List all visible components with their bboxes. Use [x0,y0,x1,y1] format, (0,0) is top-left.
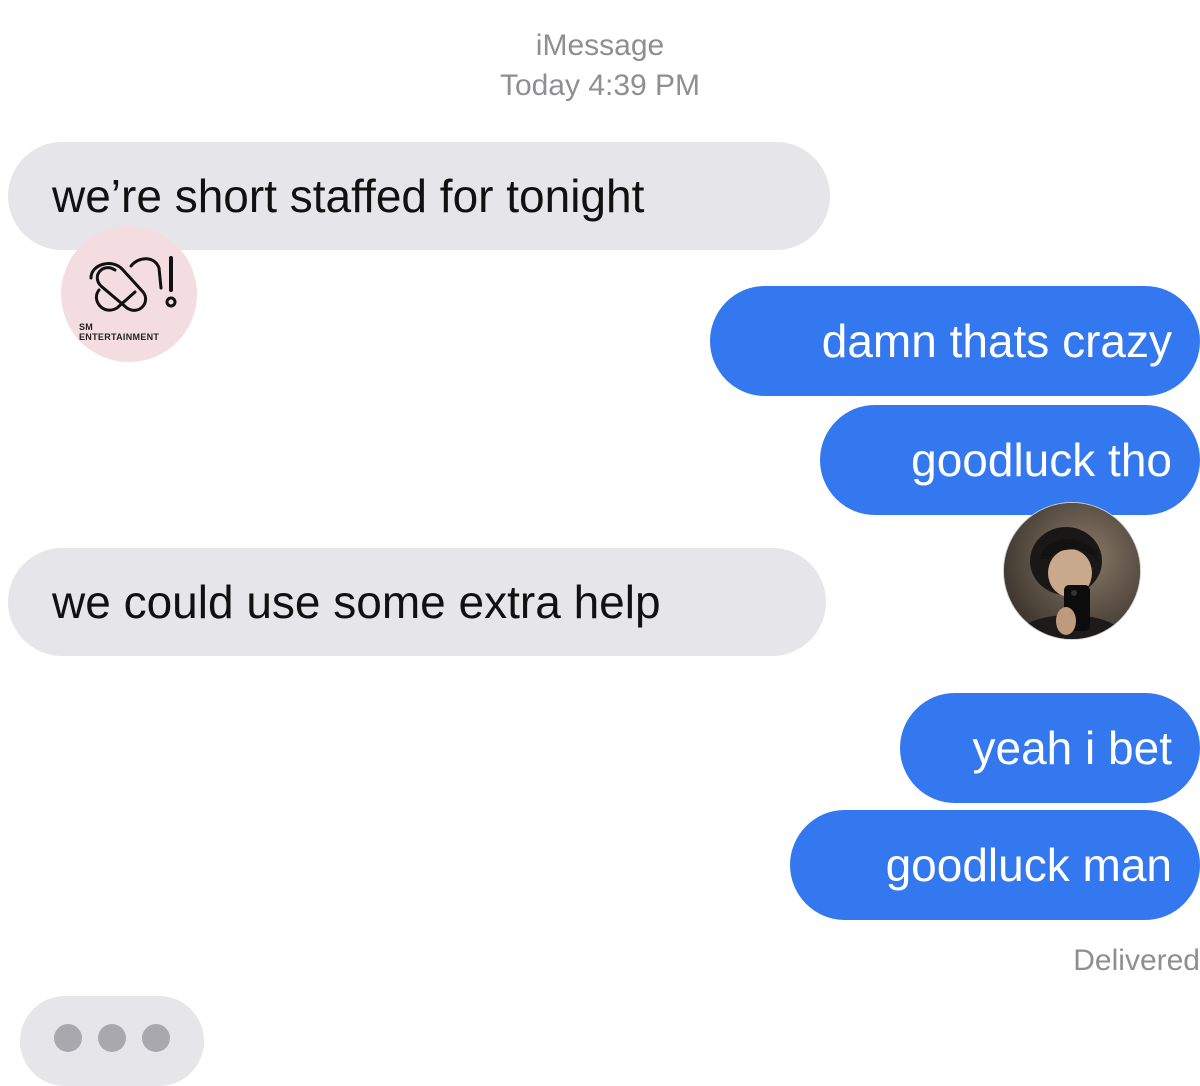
profile-photo [1003,502,1141,640]
typing-dot [98,1024,126,1052]
logo-text: SM ENTERTAINMENT [79,322,159,342]
person-avatar-icon [1004,503,1140,639]
outgoing-message-bubble: damn thats crazy [710,286,1200,396]
outgoing-message-bubble: goodluck tho [820,405,1200,515]
logo-text-line: SM [79,322,94,332]
typing-dot [54,1024,82,1052]
sm-entertainment-logo: SM ENTERTAINMENT [61,226,197,362]
typing-dot [142,1024,170,1052]
outgoing-message-bubble: yeah i bet [900,693,1200,803]
incoming-message-bubble: we could use some extra help [8,548,826,656]
typing-indicator [20,996,204,1086]
conversation-timestamp: Today 4:39 PM [499,69,701,102]
delivery-status: Delivered [1073,944,1200,977]
conversation-service-label: iMessage [535,29,665,62]
logo-text-line: ENTERTAINMENT [79,332,160,342]
outgoing-message-bubble: goodluck man [790,810,1200,920]
